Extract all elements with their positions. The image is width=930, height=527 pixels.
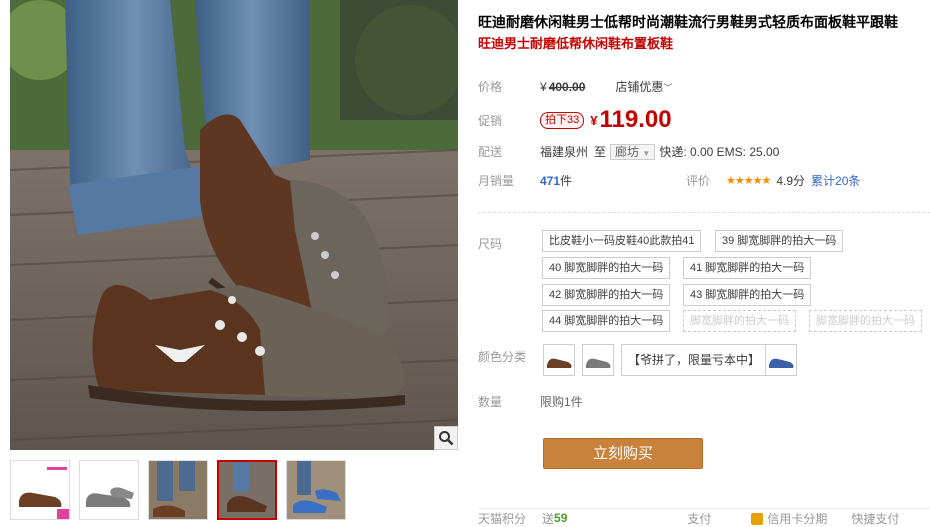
- color-label: 颜色分类: [478, 350, 527, 364]
- promo-price: 119.00: [599, 106, 672, 133]
- price-currency: ¥: [540, 79, 547, 94]
- price-label: 价格: [478, 80, 503, 94]
- quick-pay-label[interactable]: 快捷支付: [851, 510, 899, 527]
- product-title: 旺迪耐磨休闲鞋男士低帮时尚潮鞋流行男鞋男式轻质布面板鞋平跟鞋: [478, 14, 898, 30]
- store-coupon-label: 店铺优惠: [615, 80, 664, 94]
- color-swatch-brown[interactable]: [543, 344, 575, 376]
- chevron-down-icon: ﹀: [663, 83, 673, 93]
- points-prefix: 送: [542, 511, 555, 526]
- color-label-row: 颜色分类: [478, 348, 540, 365]
- promo-tag: 拍下33: [540, 111, 585, 129]
- shipping-fees: 快递: 0.00 EMS: 25.00: [659, 145, 780, 159]
- promo-label: 促销: [478, 113, 503, 128]
- size-option[interactable]: 44 脚宽脚胖的拍大一码: [542, 310, 671, 332]
- size-label-row: 尺码: [478, 235, 540, 252]
- rating-score: 4.9分: [776, 174, 806, 188]
- thumbnail-3[interactable]: [148, 460, 208, 520]
- size-option[interactable]: 40 脚宽脚胖的拍大一码: [542, 257, 671, 279]
- color-swatch-gray[interactable]: [582, 344, 614, 376]
- zoom-button[interactable]: [434, 426, 458, 450]
- credit-installment-label[interactable]: 信用卡分期: [767, 512, 827, 526]
- shipping-to-word: 至: [594, 145, 607, 159]
- size-option[interactable]: 42 脚宽脚胖的拍大一码: [542, 284, 671, 306]
- quantity-limit: 限购1件: [540, 395, 583, 409]
- sales-count: 471: [540, 173, 561, 188]
- size-option[interactable]: 比皮鞋小一码皮鞋40此款拍41: [542, 230, 702, 252]
- caret-down-icon: ▼: [642, 148, 651, 158]
- size-option-disabled: 脚宽脚胖的拍大一码: [809, 310, 922, 332]
- thumbnail-2[interactable]: [79, 460, 139, 520]
- thumbnail-strip: [10, 460, 346, 520]
- buy-now-button[interactable]: 立刻购买: [543, 438, 703, 469]
- main-product-image[interactable]: [10, 0, 458, 450]
- destination-value: 廊坊: [615, 144, 640, 159]
- rating-label: 评价: [686, 174, 711, 188]
- thumbnail-4[interactable]: [217, 460, 277, 520]
- product-gallery: [0, 0, 470, 527]
- promo-row: 促销 拍下33 ¥ 119.00: [478, 106, 672, 134]
- size-option[interactable]: 41 脚宽脚胖的拍大一码: [683, 257, 812, 279]
- shipping-row: 配送 福建泉州 至 廊坊 ▼ 快递: 0.00 EMS: 25.00: [478, 143, 779, 160]
- shoe-photo: [10, 0, 458, 450]
- size-option-disabled: 脚宽脚胖的拍大一码: [683, 310, 796, 332]
- thumbnail-5[interactable]: [286, 460, 346, 520]
- footer-bar: 天猫积分 送 59 支付 信用卡分期 快捷支付: [478, 508, 930, 527]
- price-row: 价格 ¥ 400.00 店铺优惠﹀: [478, 78, 672, 95]
- pay-label: 支付: [687, 511, 712, 526]
- size-label: 尺码: [478, 237, 503, 251]
- total-reviews-link[interactable]: 累计20条: [811, 172, 860, 189]
- credit-card-icon: [751, 513, 764, 526]
- promo-currency: ¥: [590, 112, 598, 128]
- star-rating-icon: ★★★★★: [726, 175, 771, 187]
- points-value: 59: [554, 511, 568, 525]
- color-swatch-blue[interactable]: [765, 344, 797, 376]
- original-price: 400.00: [548, 79, 586, 94]
- quantity-row: 数量 限购1件: [478, 393, 583, 410]
- quantity-label: 数量: [478, 395, 503, 409]
- sales-label: 月销量: [478, 174, 515, 188]
- destination-select[interactable]: 廊坊 ▼: [610, 143, 656, 160]
- shipping-label: 配送: [478, 145, 503, 159]
- thumbnail-1[interactable]: [10, 460, 70, 520]
- magnifier-icon: [439, 431, 454, 446]
- color-option-text[interactable]: 【爷拼了，限量亏本中】: [621, 344, 768, 376]
- product-info: 旺迪耐磨休闲鞋男士低帮时尚潮鞋流行男鞋男式轻质布面板鞋平跟鞋 旺迪男士耐磨低帮休…: [478, 0, 930, 527]
- shipping-from: 福建泉州: [540, 145, 589, 159]
- size-option[interactable]: 43 脚宽脚胖的拍大一码: [683, 284, 812, 306]
- sales-row: 月销量 471 件 评价 ★★★★★ 4.9分 累计20条: [478, 172, 860, 189]
- product-subtitle: 旺迪男士耐磨低帮休闲鞋布置板鞋: [478, 36, 674, 51]
- sales-unit: 件: [560, 174, 573, 188]
- size-option[interactable]: 39 脚宽脚胖的拍大一码: [715, 230, 844, 252]
- store-coupon-dropdown[interactable]: 店铺优惠﹀: [615, 78, 672, 95]
- points-label: 天猫积分: [478, 511, 527, 526]
- divider: [478, 212, 930, 213]
